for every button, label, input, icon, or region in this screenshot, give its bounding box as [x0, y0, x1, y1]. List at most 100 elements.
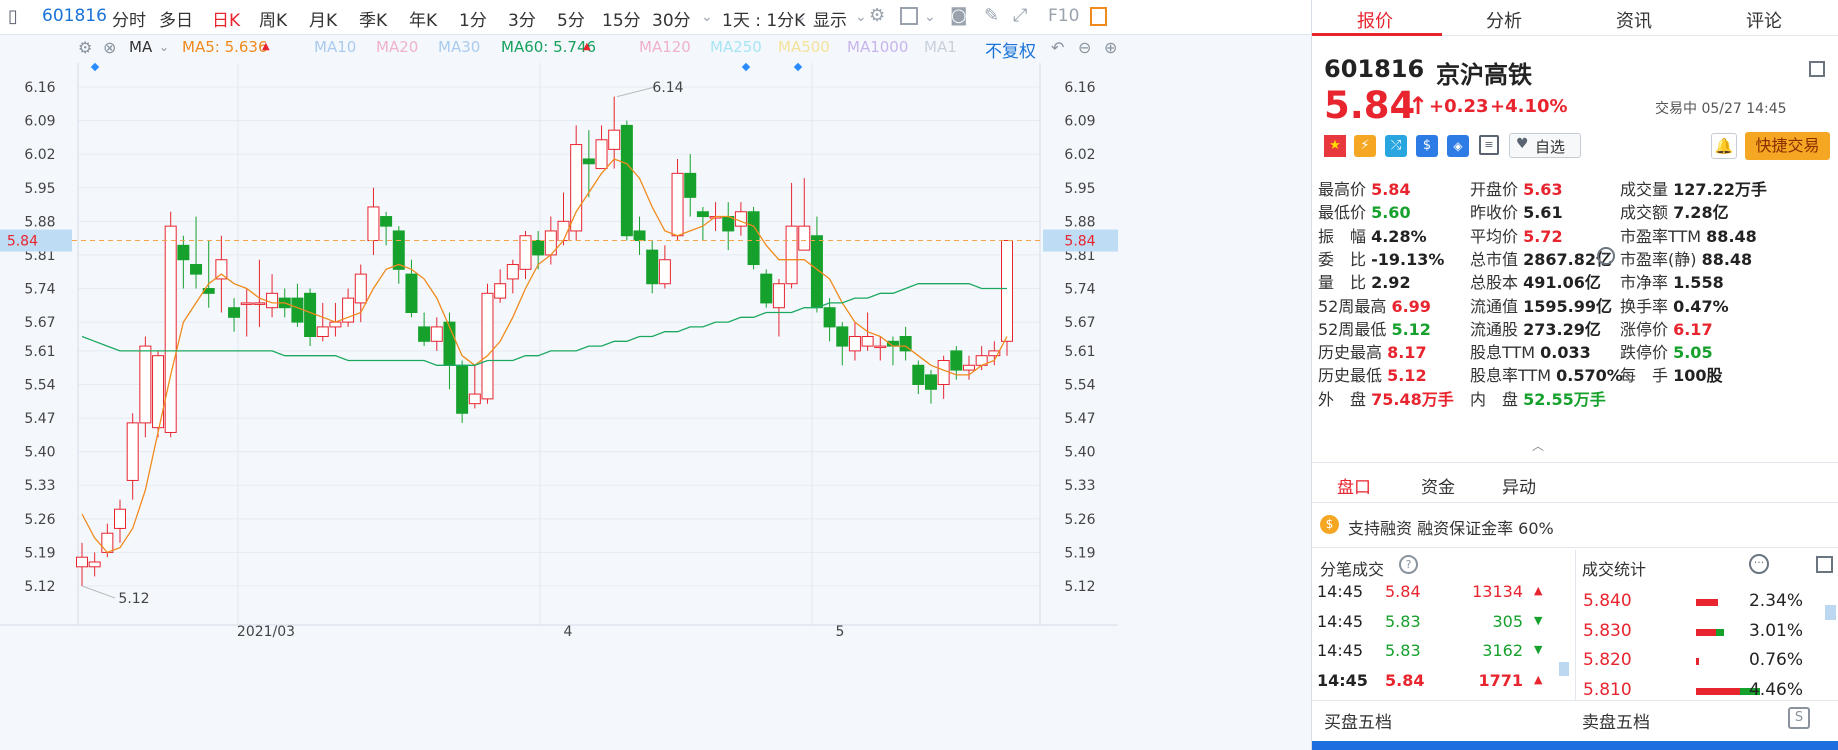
candle-body[interactable] [836, 326, 849, 347]
candle-body[interactable] [658, 259, 671, 285]
adjust-toggle[interactable]: 不复权 [985, 37, 1036, 62]
candle-body[interactable] [937, 359, 950, 385]
undo-icon[interactable]: ↶ [1051, 38, 1064, 57]
layout-icon[interactable] [1090, 7, 1107, 26]
zoom-out-icon[interactable]: ⊖ [1078, 38, 1091, 57]
tab-capital[interactable]: 资金 [1421, 473, 1455, 498]
settings-icon[interactable]: ⚙ [869, 5, 885, 26]
note-icon[interactable]: ≡ [1479, 135, 1499, 155]
fullscreen-icon[interactable]: ⤢ [1013, 5, 1027, 26]
candle-body[interactable] [962, 364, 975, 371]
quick-trade-button[interactable]: 快捷交易 [1745, 132, 1830, 160]
candle-body[interactable] [798, 225, 811, 251]
display-menu[interactable]: 显示 [813, 6, 847, 31]
close-icon[interactable]: ⊗ [103, 38, 116, 57]
candle-body[interactable] [595, 139, 608, 170]
window-icon[interactable] [1816, 556, 1833, 573]
watchlist-button[interactable]: ♥ 自选 [1509, 133, 1581, 158]
candle-body[interactable] [671, 172, 684, 237]
candle-body[interactable] [874, 345, 887, 349]
candle-body[interactable] [164, 225, 177, 433]
candle-body[interactable] [418, 326, 431, 342]
candle-body[interactable] [228, 307, 241, 318]
bell-icon[interactable]: 🔔 [1711, 133, 1737, 159]
candle-body[interactable] [456, 364, 469, 414]
collapse-icon[interactable] [1809, 61, 1825, 77]
candle-body[interactable] [380, 216, 393, 227]
settings-icon[interactable]: ⚙ [78, 38, 92, 57]
tick-scrollbar[interactable] [1559, 662, 1569, 676]
candle-body[interactable] [861, 336, 874, 347]
panel-toggle-icon[interactable]: ▯ [8, 6, 18, 27]
candle-body[interactable] [722, 216, 735, 232]
chevron-down-icon[interactable]: ⌄ [159, 40, 169, 54]
kline-chart[interactable]: 6.16 6.16 6.09 6.09 6.02 6.02 5.95 5.95 5.88 5.88… [0, 35, 1118, 750]
dollar-icon[interactable]: $ [1416, 135, 1438, 157]
candle-body[interactable] [633, 230, 646, 242]
period-tab[interactable]: 3分 [508, 6, 536, 31]
candle-body[interactable] [316, 326, 329, 337]
candle-body[interactable] [367, 206, 380, 242]
candle-body[interactable] [785, 225, 798, 285]
candle-body[interactable] [620, 124, 633, 237]
candle-body[interactable] [114, 508, 127, 529]
tab-quote[interactable]: 报价 [1357, 7, 1393, 33]
candle-body[interactable] [468, 393, 481, 405]
candle-body[interactable] [215, 259, 228, 280]
candle-body[interactable] [190, 264, 203, 275]
period-tab[interactable]: 30分 [652, 6, 691, 31]
candle-body[interactable] [823, 307, 836, 328]
candle-body[interactable] [329, 321, 342, 328]
chevron-down-icon[interactable]: ⌄ [795, 9, 807, 25]
tab-anomaly[interactable]: 异动 [1502, 473, 1536, 498]
candle-body[interactable] [392, 230, 405, 270]
candle-body[interactable] [924, 374, 937, 390]
period-tab[interactable]: 分时 [112, 6, 146, 31]
s-icon[interactable]: S [1788, 707, 1810, 729]
tab-comments[interactable]: 评论 [1746, 7, 1782, 33]
candle-body[interactable] [126, 422, 139, 481]
candle-body[interactable] [291, 297, 304, 323]
candle-body[interactable] [304, 292, 317, 338]
candle-body[interactable] [506, 264, 519, 280]
candle-body[interactable] [646, 249, 659, 285]
candle-body[interactable] [76, 556, 88, 568]
camera-icon[interactable]: ◙ [950, 5, 967, 26]
period-tab[interactable]: 1分 [459, 6, 487, 31]
candle-body[interactable] [772, 283, 785, 309]
help-icon[interactable]: ? [1399, 555, 1418, 574]
china-flag-icon[interactable]: ★ [1324, 135, 1346, 157]
candle-body[interactable] [532, 240, 545, 256]
candle-body[interactable] [266, 292, 279, 309]
candle-body[interactable] [139, 345, 152, 424]
candle-body[interactable] [430, 326, 443, 342]
tab-news[interactable]: 资讯 [1616, 7, 1652, 33]
candle-body[interactable] [88, 561, 101, 568]
zoom-in-icon[interactable]: ⊕ [1104, 38, 1117, 57]
f10-button[interactable]: F10 [1048, 6, 1079, 26]
period-tab[interactable]: 年K [409, 6, 437, 31]
candle-body[interactable] [481, 292, 494, 400]
candle-body[interactable] [443, 321, 456, 366]
candle-body[interactable] [950, 350, 963, 371]
candle-body[interactable] [253, 302, 266, 305]
chevron-down-icon[interactable]: ⌄ [855, 9, 867, 25]
tag-icon[interactable]: ◈ [1447, 135, 1469, 157]
candle-body[interactable] [912, 364, 925, 385]
shuffle-icon[interactable]: ⤮ [1385, 135, 1407, 157]
period-tab-active[interactable]: 日K [212, 6, 240, 31]
candle-body[interactable] [494, 283, 507, 299]
pen-icon[interactable]: ✎ [984, 5, 999, 26]
candle-body[interactable] [240, 302, 253, 305]
period-tab[interactable]: 季K [359, 6, 387, 31]
period-tab[interactable]: 月K [309, 6, 337, 31]
period-tab[interactable]: 周K [259, 6, 287, 31]
candle-body[interactable] [570, 144, 583, 232]
period-tab[interactable]: 15分 [602, 6, 641, 31]
candle-body[interactable] [696, 211, 709, 218]
candle-body[interactable] [582, 158, 595, 165]
ma-selector[interactable]: MA [129, 38, 152, 56]
candle-body[interactable] [608, 129, 621, 150]
candle-body[interactable] [747, 211, 760, 266]
candle-body[interactable] [848, 336, 861, 352]
